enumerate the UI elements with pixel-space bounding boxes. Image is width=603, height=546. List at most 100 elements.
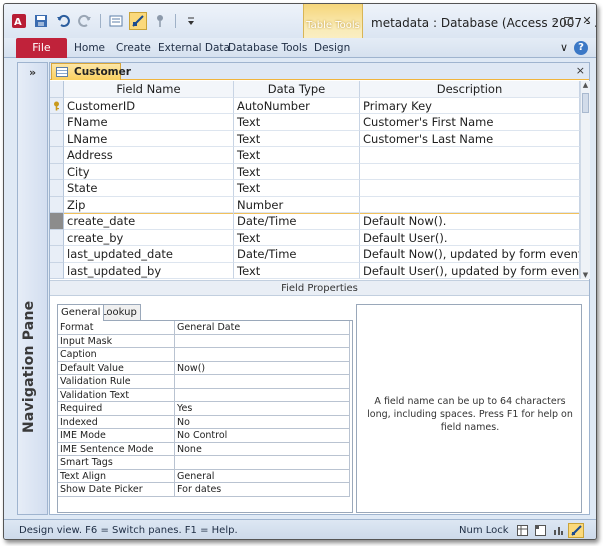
field-name-cell[interactable]: Address bbox=[64, 147, 234, 164]
pivotchart-view-icon[interactable] bbox=[550, 523, 566, 538]
row-selector[interactable] bbox=[50, 130, 64, 147]
property-row[interactable]: Validation Text bbox=[58, 388, 352, 402]
field-name-cell[interactable]: City bbox=[64, 163, 234, 180]
customize-toolbar-icon[interactable] bbox=[182, 12, 200, 30]
design-view-icon[interactable] bbox=[129, 12, 147, 30]
field-name-cell[interactable]: FName bbox=[64, 114, 234, 131]
close-document-icon[interactable]: × bbox=[576, 64, 585, 77]
property-value[interactable]: For dates bbox=[175, 483, 350, 497]
field-name-cell[interactable]: create_date bbox=[64, 213, 234, 230]
pin-icon[interactable] bbox=[151, 12, 169, 30]
description-cell[interactable]: Default User(), updated by form event. bbox=[360, 262, 580, 279]
table-row[interactable]: create_by Text Default User(). bbox=[50, 229, 580, 246]
property-row[interactable]: Default Value Now() bbox=[58, 361, 352, 375]
row-selector[interactable] bbox=[50, 163, 64, 180]
table-row[interactable]: create_date Date/Time Default Now(). bbox=[50, 213, 580, 230]
tab-design[interactable]: Design bbox=[314, 42, 350, 54]
field-name-cell[interactable]: last_updated_by bbox=[64, 262, 234, 279]
description-cell[interactable] bbox=[360, 147, 580, 164]
field-name-cell[interactable]: LName bbox=[64, 130, 234, 147]
table-row[interactable]: last_updated_date Date/Time Default Now(),… bbox=[50, 246, 580, 263]
property-row[interactable]: Input Mask bbox=[58, 334, 352, 348]
data-type-cell[interactable]: Text bbox=[234, 114, 360, 131]
redo-icon[interactable] bbox=[76, 12, 94, 30]
data-type-cell[interactable]: Text bbox=[234, 147, 360, 164]
table-row[interactable]: CustomerID AutoNumber Primary Key bbox=[50, 97, 580, 114]
data-type-cell[interactable]: AutoNumber bbox=[234, 97, 360, 114]
description-cell[interactable]: Default Now(). bbox=[360, 213, 580, 230]
row-selector[interactable] bbox=[50, 262, 64, 279]
property-value[interactable]: No bbox=[175, 415, 350, 429]
table-row[interactable]: Zip Number bbox=[50, 196, 580, 213]
data-type-cell[interactable]: Text bbox=[234, 229, 360, 246]
data-type-cell[interactable]: Number bbox=[234, 196, 360, 213]
description-cell[interactable] bbox=[360, 196, 580, 213]
row-selector[interactable] bbox=[50, 213, 64, 230]
property-row[interactable]: Text Align General bbox=[58, 469, 352, 483]
field-name-cell[interactable]: State bbox=[64, 180, 234, 197]
expand-nav-pane-icon[interactable]: » bbox=[18, 66, 47, 79]
data-type-cell[interactable]: Text bbox=[234, 180, 360, 197]
property-value[interactable] bbox=[175, 456, 350, 470]
pivottable-view-icon[interactable] bbox=[532, 523, 548, 538]
property-row[interactable]: Format General Date bbox=[58, 321, 352, 335]
description-cell[interactable]: Primary Key bbox=[360, 97, 580, 114]
data-type-cell[interactable]: Text bbox=[234, 163, 360, 180]
design-view-status-icon[interactable] bbox=[568, 523, 584, 538]
tab-create[interactable]: Create bbox=[116, 42, 151, 54]
tab-file[interactable]: File bbox=[16, 38, 67, 58]
property-value[interactable]: None bbox=[175, 442, 350, 456]
table-row[interactable]: Address Text bbox=[50, 147, 580, 164]
description-cell[interactable]: Default Now(), updated by form event. bbox=[360, 246, 580, 263]
table-row[interactable]: FName Text Customer's First Name bbox=[50, 114, 580, 131]
property-value[interactable]: Now() bbox=[175, 361, 350, 375]
property-row[interactable]: Indexed No bbox=[58, 415, 352, 429]
property-value[interactable]: General bbox=[175, 469, 350, 483]
undo-icon[interactable] bbox=[54, 12, 72, 30]
access-app-icon[interactable]: A bbox=[10, 12, 28, 30]
form-view-icon[interactable] bbox=[107, 12, 125, 30]
property-row[interactable]: Caption bbox=[58, 348, 352, 362]
property-value[interactable]: Yes bbox=[175, 402, 350, 416]
property-value[interactable]: General Date bbox=[175, 321, 350, 335]
data-type-cell[interactable]: Date/Time bbox=[234, 213, 360, 230]
datasheet-view-icon[interactable] bbox=[514, 523, 530, 538]
tab-database-tools[interactable]: Database Tools bbox=[228, 42, 307, 54]
property-value[interactable] bbox=[175, 375, 350, 389]
description-cell[interactable]: Customer's First Name bbox=[360, 114, 580, 131]
document-tab-customer[interactable]: Customer bbox=[51, 63, 131, 80]
data-type-cell[interactable]: Text bbox=[234, 130, 360, 147]
row-selector[interactable] bbox=[50, 246, 64, 263]
data-type-cell[interactable]: Text bbox=[234, 262, 360, 279]
scroll-down-icon[interactable]: ▼ bbox=[581, 271, 590, 279]
tab-general[interactable]: General bbox=[57, 304, 105, 321]
row-selector[interactable] bbox=[50, 97, 64, 114]
minimize-icon[interactable]: – bbox=[548, 14, 562, 28]
scroll-up-icon[interactable]: ▲ bbox=[581, 81, 590, 89]
property-row[interactable]: IME Mode No Control bbox=[58, 429, 352, 443]
field-name-cell[interactable]: create_by bbox=[64, 229, 234, 246]
property-value[interactable] bbox=[175, 334, 350, 348]
property-row[interactable]: Smart Tags bbox=[58, 456, 352, 470]
tab-external-data[interactable]: External Data bbox=[158, 42, 230, 54]
table-row[interactable]: State Text bbox=[50, 180, 580, 197]
field-name-cell[interactable]: Zip bbox=[64, 196, 234, 213]
row-selector[interactable] bbox=[50, 147, 64, 164]
table-row[interactable]: City Text bbox=[50, 163, 580, 180]
table-row[interactable]: LName Text Customer's Last Name bbox=[50, 130, 580, 147]
table-row[interactable]: last_updated_by Text Default User(), updat… bbox=[50, 262, 580, 279]
row-selector[interactable] bbox=[50, 196, 64, 213]
row-selector[interactable] bbox=[50, 180, 64, 197]
field-name-cell[interactable]: CustomerID bbox=[64, 97, 234, 114]
property-row[interactable]: Validation Rule bbox=[58, 375, 352, 389]
navigation-pane[interactable]: » Navigation Pane bbox=[17, 62, 48, 515]
property-row[interactable]: IME Sentence Mode None bbox=[58, 442, 352, 456]
property-value[interactable]: No Control bbox=[175, 429, 350, 443]
data-type-cell[interactable]: Date/Time bbox=[234, 246, 360, 263]
chevron-down-icon[interactable]: ∨ bbox=[557, 41, 571, 55]
close-icon[interactable]: ✕ bbox=[580, 14, 594, 28]
tab-home[interactable]: Home bbox=[74, 42, 105, 54]
description-cell[interactable]: Default User(). bbox=[360, 229, 580, 246]
row-selector[interactable] bbox=[50, 114, 64, 131]
save-icon[interactable] bbox=[32, 12, 50, 30]
